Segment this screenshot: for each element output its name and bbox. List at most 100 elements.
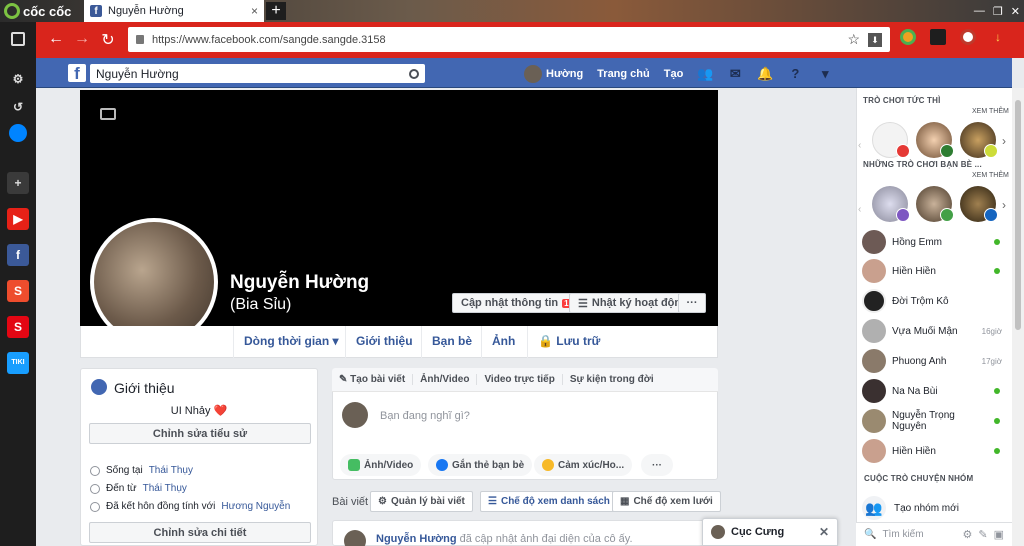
- reload-button[interactable]: ↻: [98, 30, 118, 50]
- browser-sidebar: ⚙ ↺ + ▶ f S S TIKI: [0, 58, 36, 546]
- chat-friend-item[interactable]: Phuong Anh 17giờ: [862, 348, 1012, 374]
- composer-tab-create-post[interactable]: ✎ Tạo bài viết: [332, 374, 414, 385]
- history-icon[interactable]: ↺: [7, 96, 29, 118]
- profile-more-button[interactable]: ···: [678, 293, 706, 313]
- tab-archive[interactable]: 🔒 Lưu trữ: [527, 326, 610, 358]
- notifications-bell-icon[interactable]: 🔔: [757, 66, 773, 81]
- scrollbar-thumb[interactable]: [1015, 100, 1021, 330]
- lives-place-link[interactable]: Thái Thụy: [149, 465, 193, 476]
- bio-text: UI Nhảy ❤️: [170, 405, 228, 417]
- chat-close-icon[interactable]: ✕: [819, 525, 829, 539]
- browser-brand[interactable]: cốc cốc: [4, 2, 71, 20]
- manage-posts-button[interactable]: ⚙ Quản lý bài viết: [370, 491, 473, 512]
- chat-friend-item[interactable]: Na Na Bùi: [862, 378, 1012, 404]
- tab-close-icon[interactable]: ×: [251, 4, 258, 18]
- brand-text: cốc cốc: [23, 3, 72, 19]
- post-author-avatar[interactable]: [344, 530, 366, 546]
- help-icon[interactable]: ?: [787, 66, 803, 81]
- account-menu-caret-icon[interactable]: ▾: [817, 66, 833, 81]
- tab-about[interactable]: Giới thiệu: [345, 326, 423, 358]
- tab-timeline[interactable]: Dòng thời gian ▾: [233, 326, 349, 358]
- download-icon[interactable]: ↓: [990, 29, 1006, 45]
- account-icon[interactable]: [960, 29, 976, 45]
- tiki-icon[interactable]: TIKI: [7, 352, 29, 374]
- new-message-icon[interactable]: ✎: [978, 528, 987, 541]
- friend-requests-icon[interactable]: 👥: [697, 66, 713, 81]
- facebook-search-input[interactable]: Nguyễn Hường: [90, 64, 425, 83]
- feeling-button[interactable]: Cảm xúc/Ho...: [534, 454, 633, 476]
- grid-view-button[interactable]: ▦ Chế độ xem lưới: [612, 491, 721, 512]
- photo-video-button[interactable]: Ảnh/Video: [340, 454, 422, 476]
- update-info-button[interactable]: Cập nhật thông tin 1: [452, 293, 580, 313]
- chat-friend-item[interactable]: Hồng Emm: [862, 229, 1012, 255]
- youtube-icon[interactable]: ▶: [7, 208, 29, 230]
- facebook-app-icon[interactable]: f: [7, 244, 29, 266]
- chat-search-input[interactable]: 🔍 Tìm kiếm ⚙ ✎ ▣: [856, 522, 1012, 546]
- games-next-icon[interactable]: ›: [1002, 134, 1006, 148]
- bookmark-star-icon[interactable]: ☆: [847, 31, 860, 48]
- composer-more-button[interactable]: ···: [641, 454, 673, 476]
- facebook-logo-icon[interactable]: f: [68, 64, 86, 82]
- nav-home[interactable]: Trang chủ: [597, 68, 650, 80]
- chat-friend-item[interactable]: Vựa Muối Mận 16giờ: [862, 318, 1012, 344]
- nav-create[interactable]: Tạo: [664, 68, 684, 80]
- menu-icon[interactable]: ≡: [1020, 29, 1024, 45]
- forward-button[interactable]: →: [72, 30, 92, 48]
- chat-friend-item[interactable]: Đời Trộm Kô: [862, 288, 1012, 314]
- from-place-link[interactable]: Thái Thụy: [143, 483, 187, 494]
- sendo-icon[interactable]: S: [7, 316, 29, 338]
- chat-settings-icon[interactable]: ⚙: [963, 528, 973, 541]
- game-badge-icon: [896, 144, 910, 158]
- edit-details-button[interactable]: Chỉnh sửa chi tiết: [89, 522, 311, 543]
- extension-icon[interactable]: [900, 29, 916, 45]
- browser-tab[interactable]: f Nguyễn Hường ×: [84, 0, 264, 22]
- chat-friend-item[interactable]: Hiền Hiền: [862, 438, 1012, 464]
- tag-friends-button[interactable]: Gắn thẻ bạn bè: [428, 454, 533, 476]
- composer-input[interactable]: Bạn đang nghĩ gì?: [380, 410, 470, 422]
- maximize-button[interactable]: ❐: [993, 5, 1003, 18]
- hide-chat-icon[interactable]: ▣: [994, 528, 1004, 541]
- tab-photos[interactable]: Ảnh: [481, 326, 525, 358]
- chat-popup[interactable]: Cục Cưng ✕: [702, 518, 838, 546]
- list-view-button[interactable]: ☰ Chế độ xem danh sách: [480, 491, 618, 512]
- post-author-link[interactable]: Nguyễn Hường: [376, 533, 457, 545]
- messenger-nav-icon[interactable]: ✉: [727, 66, 743, 81]
- shopee-icon[interactable]: S: [7, 280, 29, 302]
- messenger-icon[interactable]: [9, 124, 27, 142]
- info-lives-in: Sống tại Thái Thụy: [90, 465, 193, 476]
- chat-friend-item[interactable]: Hiền Hiền: [862, 258, 1012, 284]
- friends-games-next-icon[interactable]: ›: [1002, 198, 1006, 212]
- close-window-button[interactable]: ✕: [1011, 5, 1020, 18]
- tab-friends[interactable]: Bạn bè: [421, 326, 482, 358]
- games-prev-icon[interactable]: ‹: [858, 140, 861, 151]
- add-app-icon[interactable]: +: [7, 172, 29, 194]
- composer-tab-life-event[interactable]: Sự kiện trong đời: [563, 374, 661, 385]
- create-group-label: Tạo nhóm mới: [894, 502, 959, 514]
- back-button[interactable]: ←: [46, 30, 66, 48]
- profile-name[interactable]: Nguyễn Hường: [230, 272, 369, 294]
- camera-icon[interactable]: [100, 108, 116, 120]
- cursor-extension-icon[interactable]: [930, 29, 946, 45]
- home-icon: [90, 465, 100, 476]
- location-pin-icon: [90, 483, 100, 494]
- composer-tab-photo-video[interactable]: Ảnh/Video: [413, 374, 478, 385]
- save-page-icon[interactable]: ⬇: [868, 32, 882, 47]
- composer-tab-live-video[interactable]: Video trực tiếp: [477, 374, 563, 385]
- settings-icon[interactable]: ⚙: [7, 68, 29, 90]
- see-more-friends-games-link[interactable]: XEM THÊM: [972, 172, 1009, 179]
- page-scrollbar[interactable]: [1012, 88, 1024, 546]
- new-tab-button[interactable]: +: [266, 2, 286, 20]
- chat-friend-item[interactable]: Nguyễn Trọng Nguyên: [862, 408, 1012, 434]
- search-icon[interactable]: [409, 68, 419, 79]
- partner-link[interactable]: Hương Nguyễn: [221, 501, 290, 512]
- friends-games-prev-icon[interactable]: ‹: [858, 204, 861, 215]
- address-bar[interactable]: https://www.facebook.com/sangde.sangde.3…: [128, 27, 890, 52]
- see-more-games-link[interactable]: XEM THÊM: [972, 108, 1009, 115]
- minimize-button[interactable]: —: [974, 5, 985, 17]
- edit-bio-button[interactable]: Chỉnh sửa tiểu sử: [89, 423, 311, 444]
- tab-title: Nguyễn Hường: [108, 5, 184, 17]
- game-badge-icon: [896, 208, 910, 222]
- sidebar-toggle[interactable]: [0, 22, 36, 58]
- create-group-button[interactable]: 👥 Tạo nhóm mới: [862, 496, 959, 520]
- nav-profile[interactable]: Hường: [524, 64, 583, 83]
